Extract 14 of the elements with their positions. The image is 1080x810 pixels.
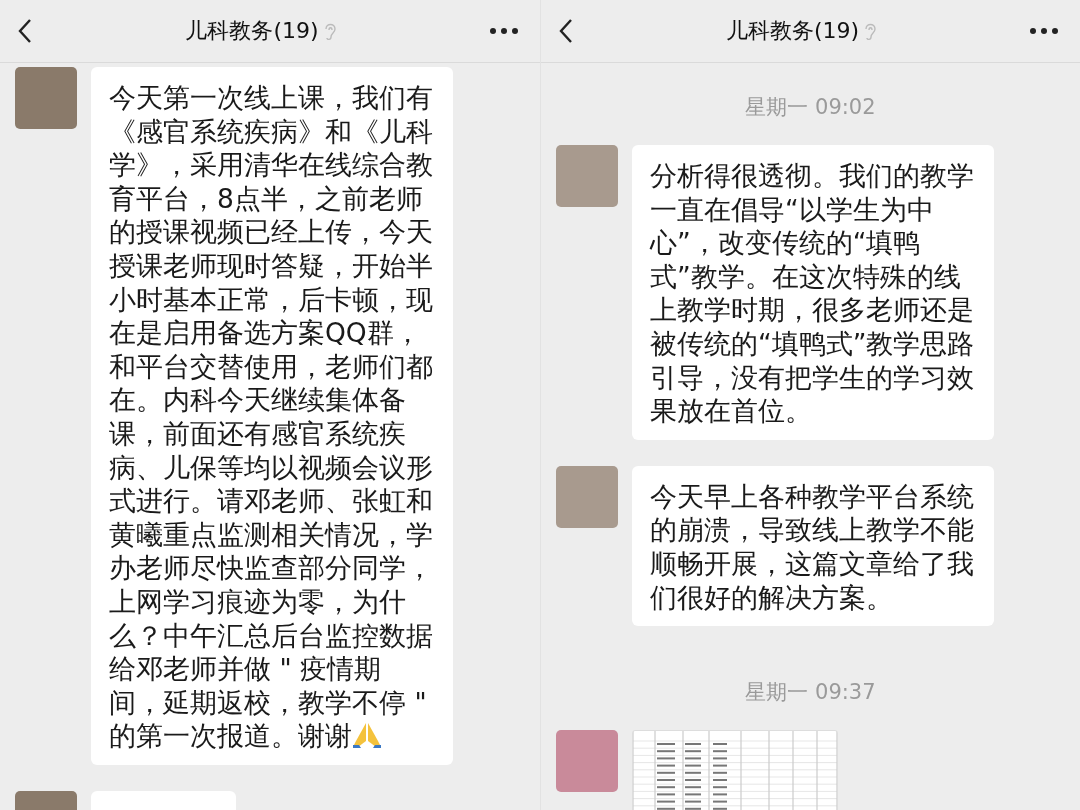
message-bubble: 今天早上各种教学平台系统的崩溃，导致线上教学不能顺畅开展，这篇文章给了我们很好的解决方案。 (632, 465, 994, 627)
message-timestamp: 星期一 09:02 (745, 94, 876, 121)
spreadsheet-thumbnail[interactable] (632, 730, 838, 810)
chat-title: 儿科教务(19) (185, 17, 319, 45)
ear-icon (322, 21, 337, 41)
back-icon[interactable] (559, 18, 573, 44)
message-timestamp: 星期一 09:37 (745, 679, 876, 707)
back-icon[interactable] (18, 18, 32, 44)
ear-icon (863, 21, 878, 41)
more-icon[interactable] (1030, 28, 1058, 34)
message-bubble: 今天第一次线上课，我们有《感官系统疾病》和《儿科学》，采用清华在线综合教育平台，8点半，之前老师的授课视频已经上传，今天授课老师现时答疑，开始半小时基本正常，后卡顿，现在是启用备选方案QQ群，和平台交替使用，老师们都在。内科今天继续集体备课，前面还有感官系统疾病、儿保等均以视频会议形式进行。请邓老师、张虹和黄曦重点监测相关情况，学办老师尽快监查部分同学，上网学习痕迹为零，为什么？中午汇总后台监控数据给邓老师并做 " 疫情期间，延期返校，教学不停 " 的第一次报道。谢谢 (91, 67, 453, 765)
message-bubble: 分析得很透彻。我们的教学一直在倡导“以学生为中心”，改变传统的“填鸭式”教学。在这次特殊的线上教学时期，很多老师还是被传统的“填鸭式”教学思路引导，没有把学生的学习效果放在首位。 (632, 145, 994, 440)
chat-title: 儿科教务(19) (725, 17, 860, 45)
more-icon[interactable] (490, 28, 518, 34)
